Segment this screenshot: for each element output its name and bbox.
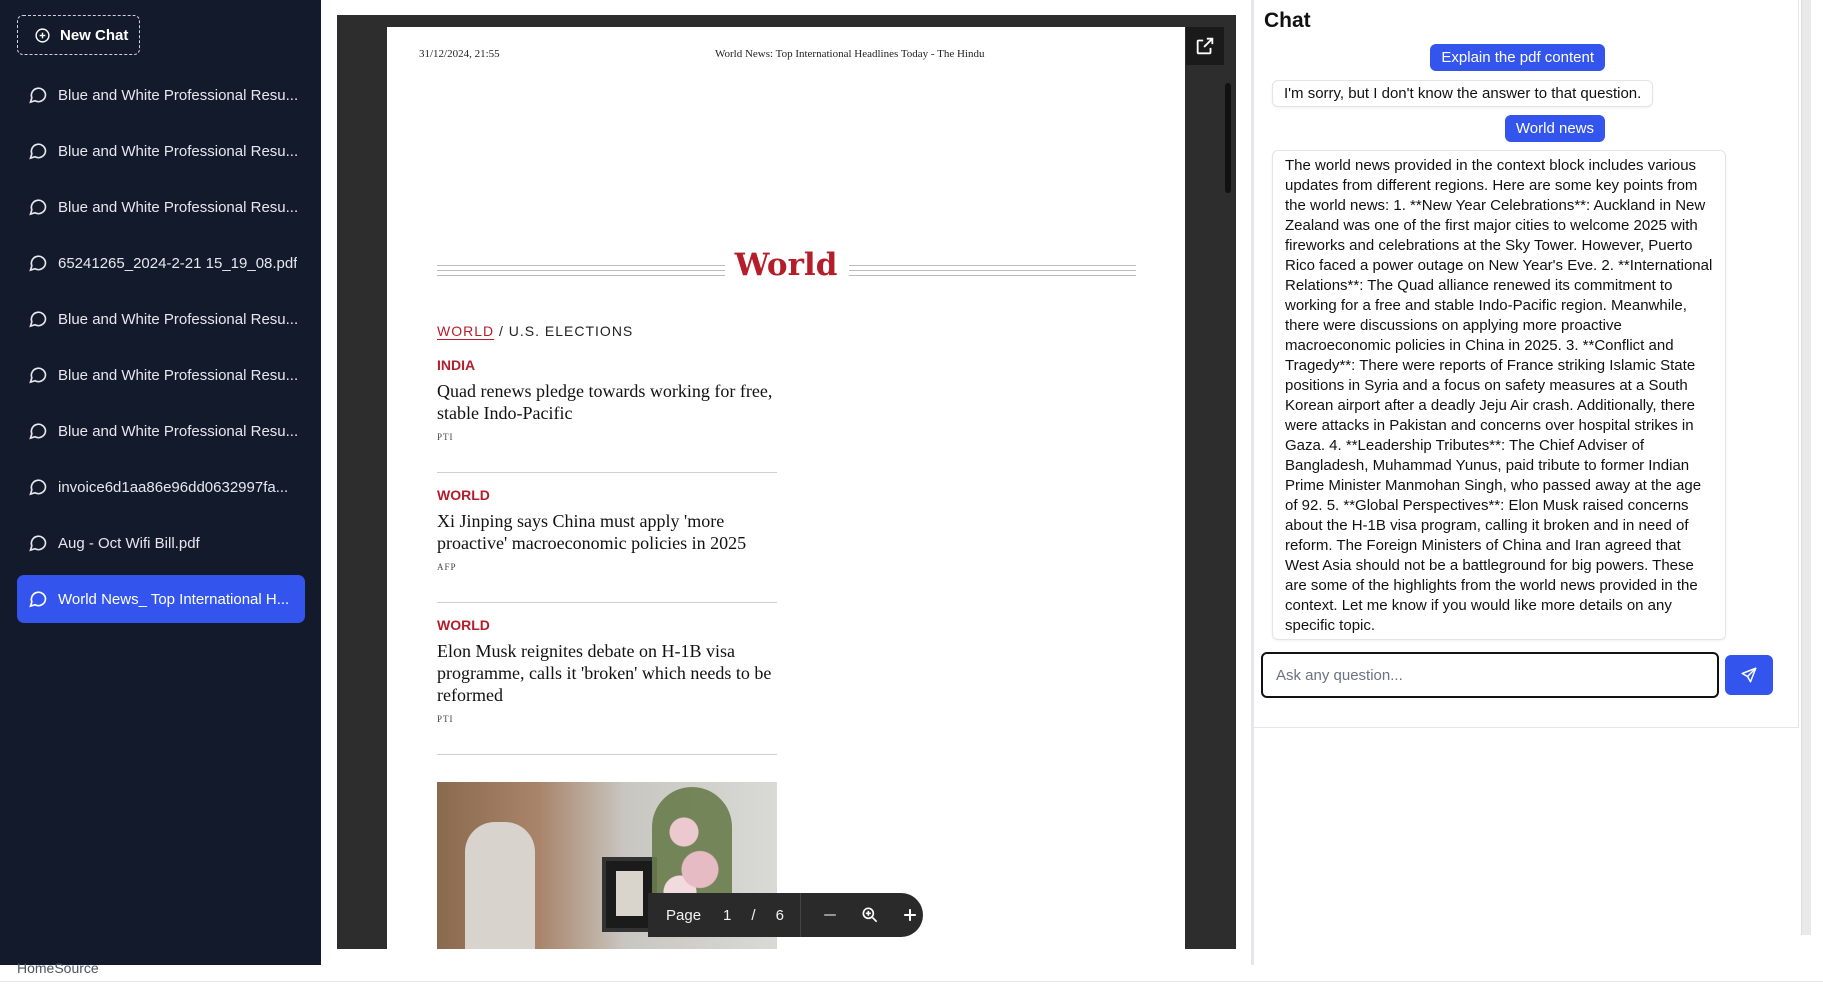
section-heading: World (734, 247, 838, 283)
article-1[interactable]: INDIA Quad renews pledge towards working… (437, 357, 777, 442)
message-circle-icon (29, 367, 47, 384)
article-category: WORLD (437, 617, 490, 633)
message-circle-icon (29, 199, 47, 216)
sidebar-chat-item[interactable]: Blue and White Professional Resu... (17, 71, 305, 119)
bottom-divider (0, 981, 1823, 982)
pdf-page: 31/12/2024, 21:55 World News: Top Intern… (387, 27, 1185, 949)
breadcrumb-us-elections[interactable]: U.S. ELECTIONS (509, 323, 633, 339)
sidebar-chat-item[interactable]: World News_ Top International H... (17, 575, 305, 623)
chat-title: Chat (1264, 9, 1311, 32)
sidebar-chat-item[interactable]: invoice6d1aa86e96dd0632997fa... (17, 463, 305, 511)
zoom-in-button[interactable] (899, 904, 921, 926)
send-button[interactable] (1725, 655, 1773, 695)
message-circle-icon (29, 87, 47, 104)
sidebar-chat-item[interactable]: Blue and White Professional Resu... (17, 127, 305, 175)
new-chat-label: New Chat (60, 26, 129, 44)
open-external-button[interactable] (1186, 27, 1224, 65)
sidebar: New Chat Blue and White Professional Res… (0, 0, 321, 965)
external-link-icon (1196, 37, 1214, 55)
message-circle-icon (29, 143, 47, 160)
sidebar-chat-item[interactable]: Blue and White Professional Resu... (17, 295, 305, 343)
article-category: WORLD (437, 487, 490, 503)
zoom-button[interactable] (859, 904, 881, 926)
sidebar-chat-label: World News_ Top International H... (58, 590, 290, 608)
sidebar-chat-label: 65241265_2024-2-21 15_19_08.pdf (58, 254, 298, 272)
sidebar-chat-item[interactable]: Blue and White Professional Resu... (17, 351, 305, 399)
toolbar-divider (799, 893, 801, 937)
zoom-in-icon (862, 907, 878, 923)
pdf-header-title: World News: Top International Headlines … (715, 48, 985, 60)
article-divider (437, 602, 777, 603)
new-chat-button[interactable]: New Chat (17, 15, 140, 55)
article-headline[interactable]: Elon Musk reignites debate on H-1B visa … (437, 640, 777, 706)
article-headline[interactable]: Xi Jinping says China must apply 'more p… (437, 510, 777, 554)
sidebar-chat-label: Blue and White Professional Resu... (58, 86, 299, 104)
breadcrumb-world[interactable]: WORLD (437, 323, 495, 340)
page-label: Page (666, 906, 702, 924)
article-source: AFP (437, 562, 457, 572)
minus-icon (824, 914, 836, 916)
plus-icon (904, 909, 916, 921)
article-headline[interactable]: Quad renews pledge towards working for f… (437, 380, 777, 424)
message-circle-icon (29, 255, 47, 272)
message-circle-icon (29, 535, 47, 552)
send-icon (1741, 667, 1757, 683)
pdf-scrollbar[interactable] (1225, 83, 1231, 193)
article-source: PTI (437, 714, 454, 724)
article-source: PTI (437, 432, 454, 442)
assistant-message: I'm sorry, but I don't know the answer t… (1272, 80, 1654, 107)
assistant-message: The world news provided in the context b… (1272, 150, 1726, 640)
page-toolbar: Page 1 / 6 (648, 893, 923, 937)
article-divider (437, 754, 777, 755)
sidebar-chat-label: Blue and White Professional Resu... (58, 422, 299, 440)
breadcrumb-separator: / (499, 323, 504, 339)
message-circle-icon (29, 591, 47, 608)
page-scrollbar[interactable] (1801, 0, 1811, 935)
article-2[interactable]: WORLD Xi Jinping says China must apply '… (437, 487, 777, 572)
breadcrumb: WORLD / U.S. ELECTIONS (437, 323, 633, 340)
sidebar-chat-item[interactable]: Aug - Oct Wifi Bill.pdf (17, 519, 305, 567)
photo-person (465, 822, 535, 949)
footer-link[interactable]: HomeSource (17, 960, 99, 976)
pdf-viewer[interactable]: 31/12/2024, 21:55 World News: Top Intern… (337, 15, 1236, 949)
message-circle-icon (29, 423, 47, 440)
sidebar-chat-label: Blue and White Professional Resu... (58, 198, 299, 216)
sidebar-chat-label: Blue and White Professional Resu... (58, 142, 299, 160)
sidebar-chat-label: Blue and White Professional Resu... (58, 310, 299, 328)
page-separator: / (751, 906, 756, 924)
total-pages: 6 (775, 906, 784, 924)
pdf-header-date: 31/12/2024, 21:55 (419, 48, 500, 60)
zoom-out-button[interactable] (819, 904, 841, 926)
chat-input[interactable] (1261, 652, 1719, 698)
sidebar-chat-label: invoice6d1aa86e96dd0632997fa... (58, 478, 289, 496)
sidebar-chat-item[interactable]: Blue and White Professional Resu... (17, 183, 305, 231)
plus-circle-icon (35, 27, 50, 43)
article-category: INDIA (437, 357, 476, 373)
article-3[interactable]: WORLD Elon Musk reignites debate on H-1B… (437, 617, 777, 724)
message-circle-icon (29, 311, 47, 328)
article-divider (437, 472, 777, 473)
user-message: Explain the pdf content (1430, 44, 1605, 71)
sidebar-chat-item[interactable]: 65241265_2024-2-21 15_19_08.pdf (17, 239, 305, 287)
sidebar-chat-item[interactable]: Blue and White Professional Resu... (17, 407, 305, 455)
current-page-input[interactable]: 1 (723, 907, 731, 924)
sidebar-chat-label: Aug - Oct Wifi Bill.pdf (58, 534, 200, 552)
message-circle-icon (29, 479, 47, 496)
sidebar-chat-label: Blue and White Professional Resu... (58, 366, 299, 384)
user-message: World news (1504, 115, 1605, 142)
